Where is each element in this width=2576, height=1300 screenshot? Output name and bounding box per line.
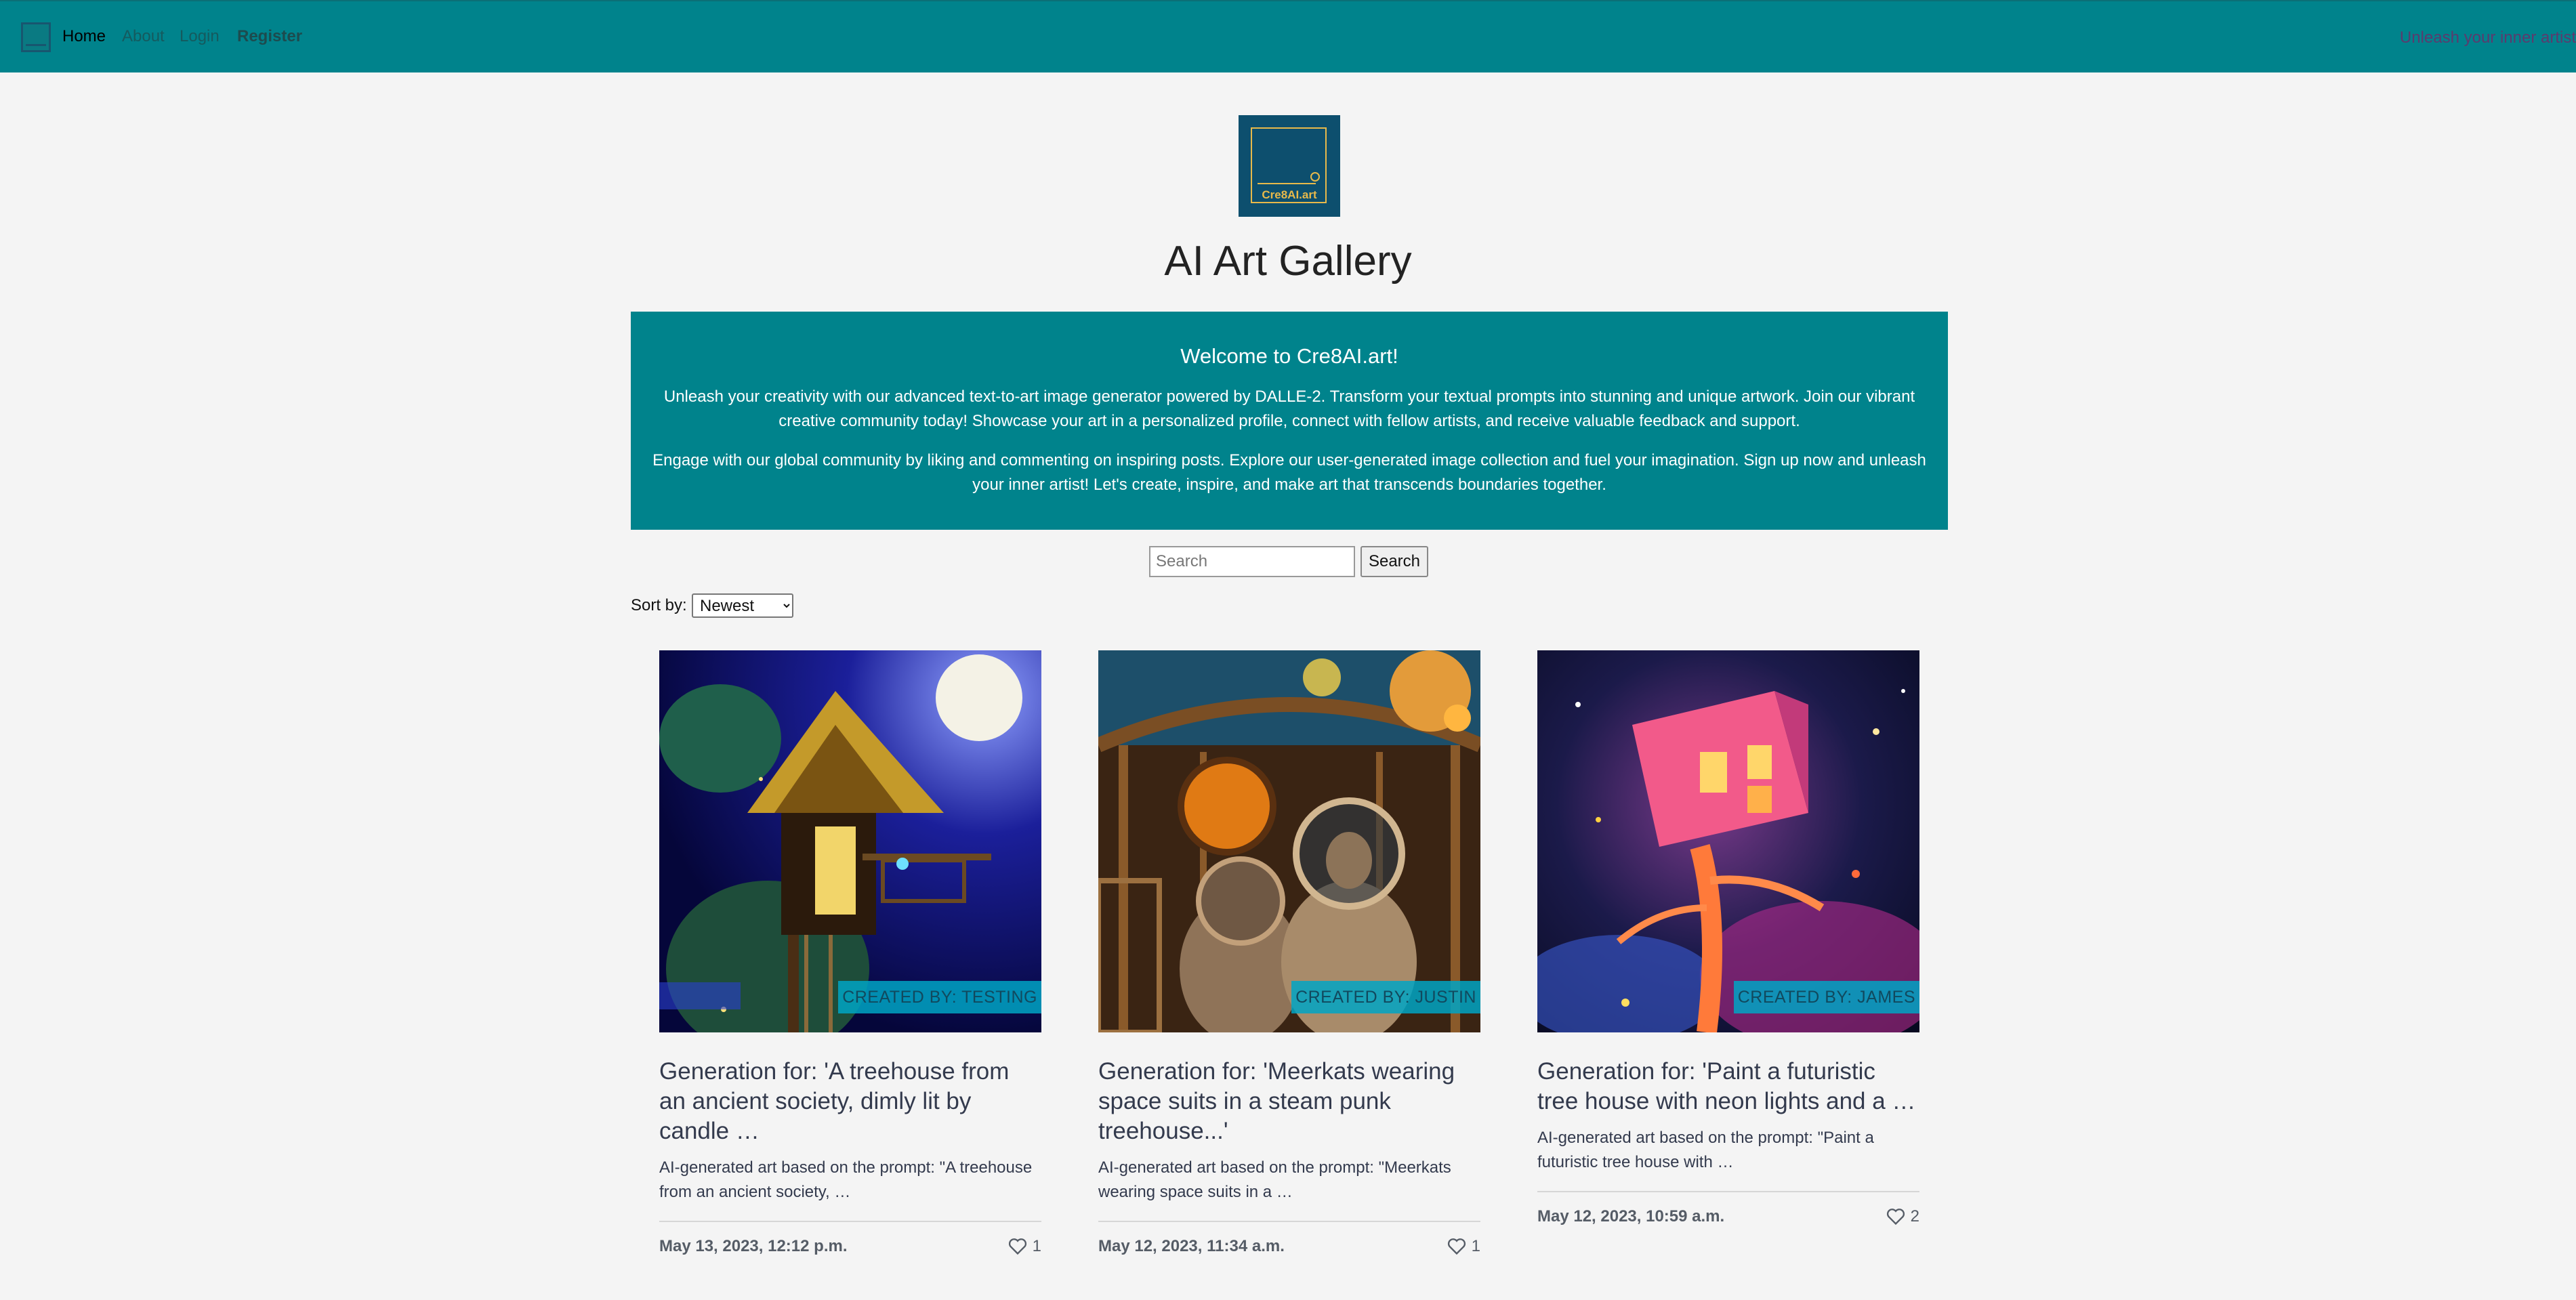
like-count: 1 bbox=[1471, 1237, 1480, 1255]
logo-dot-icon bbox=[1310, 172, 1320, 182]
creator-badge: CREATED BY: JUSTIN bbox=[1291, 981, 1480, 1013]
nav-link-home[interactable]: Home bbox=[62, 27, 106, 46]
neon-treehouse-image bbox=[1537, 650, 1919, 1032]
welcome-paragraph-1: Unleash your creativity with our advance… bbox=[663, 387, 1915, 430]
like-button[interactable]: 2 bbox=[1886, 1207, 1919, 1226]
card-image[interactable]: CREATED BY: JUSTIN bbox=[1098, 650, 1480, 1032]
sort-select[interactable]: Newest bbox=[692, 593, 793, 618]
card-image[interactable]: CREATED BY: TESTING bbox=[659, 650, 1041, 1032]
search-button[interactable]: Search bbox=[1360, 546, 1428, 577]
card-footer: May 12, 2023, 10:59 a.m. 2 bbox=[1537, 1191, 1919, 1226]
page-title: AI Art Gallery bbox=[1164, 238, 1412, 285]
brand-mark-icon[interactable] bbox=[21, 22, 51, 52]
top-navbar: Home About Login Register Unleash your i… bbox=[0, 0, 2576, 72]
gallery-card[interactable]: CREATED BY: JUSTIN Generation for: 'Meer… bbox=[1098, 650, 1480, 1256]
like-count: 1 bbox=[1032, 1237, 1041, 1255]
meerkats-space-image bbox=[1098, 650, 1480, 1032]
logo-line bbox=[1258, 183, 1316, 184]
gallery-card[interactable]: CREATED BY: JAMES Generation for: 'Paint… bbox=[1537, 650, 1919, 1226]
nav-link-register[interactable]: Register bbox=[237, 27, 302, 46]
welcome-panel: Welcome to Cre8AI.art! Unleash your crea… bbox=[631, 312, 1948, 530]
site-logo: Cre8AI.art bbox=[1239, 115, 1340, 217]
heart-icon[interactable] bbox=[1447, 1238, 1466, 1255]
sort-label: Sort by: bbox=[631, 596, 687, 614]
welcome-paragraph-2: Engage with our global community by liki… bbox=[652, 451, 1926, 494]
card-title[interactable]: Generation for: 'Meerkats wearing space … bbox=[1098, 1057, 1480, 1146]
card-image[interactable]: CREATED BY: JAMES bbox=[1537, 650, 1919, 1032]
card-title[interactable]: Generation for: 'Paint a futuristic tree… bbox=[1537, 1057, 1919, 1116]
card-date: May 12, 2023, 11:34 a.m. bbox=[1098, 1237, 1285, 1255]
like-count: 2 bbox=[1910, 1207, 1919, 1225]
nav-link-about[interactable]: About bbox=[122, 27, 165, 46]
creator-badge: CREATED BY: TESTING bbox=[838, 981, 1041, 1013]
card-date: May 12, 2023, 10:59 a.m. bbox=[1537, 1207, 1725, 1225]
logo-text: Cre8AI.art bbox=[1262, 188, 1317, 201]
heart-icon[interactable] bbox=[1008, 1238, 1027, 1255]
nav-link-login[interactable]: Login bbox=[180, 27, 220, 46]
nav-tagline: Unleash your inner artist bbox=[2399, 28, 2576, 47]
welcome-heading: Welcome to Cre8AI.art! bbox=[1180, 344, 1398, 368]
treehouse-moon-image bbox=[659, 650, 1041, 1032]
card-footer: May 13, 2023, 12:12 p.m. 1 bbox=[659, 1221, 1041, 1256]
heart-icon[interactable] bbox=[1886, 1208, 1905, 1225]
card-description: AI-generated art based on the prompt: "M… bbox=[1098, 1158, 1451, 1201]
card-description: AI-generated art based on the prompt: "A… bbox=[659, 1158, 1033, 1201]
card-title[interactable]: Generation for: 'A treehouse from an anc… bbox=[659, 1057, 1041, 1146]
gallery-card[interactable]: CREATED BY: TESTING Generation for: 'A t… bbox=[659, 650, 1041, 1256]
search-input[interactable] bbox=[1149, 546, 1355, 577]
card-footer: May 12, 2023, 11:34 a.m. 1 bbox=[1098, 1221, 1480, 1256]
card-description: AI-generated art based on the prompt: "P… bbox=[1537, 1129, 1874, 1171]
creator-badge: CREATED BY: JAMES bbox=[1733, 981, 1919, 1013]
like-button[interactable]: 1 bbox=[1008, 1237, 1041, 1256]
card-date: May 13, 2023, 12:12 p.m. bbox=[659, 1237, 848, 1255]
like-button[interactable]: 1 bbox=[1447, 1237, 1480, 1256]
